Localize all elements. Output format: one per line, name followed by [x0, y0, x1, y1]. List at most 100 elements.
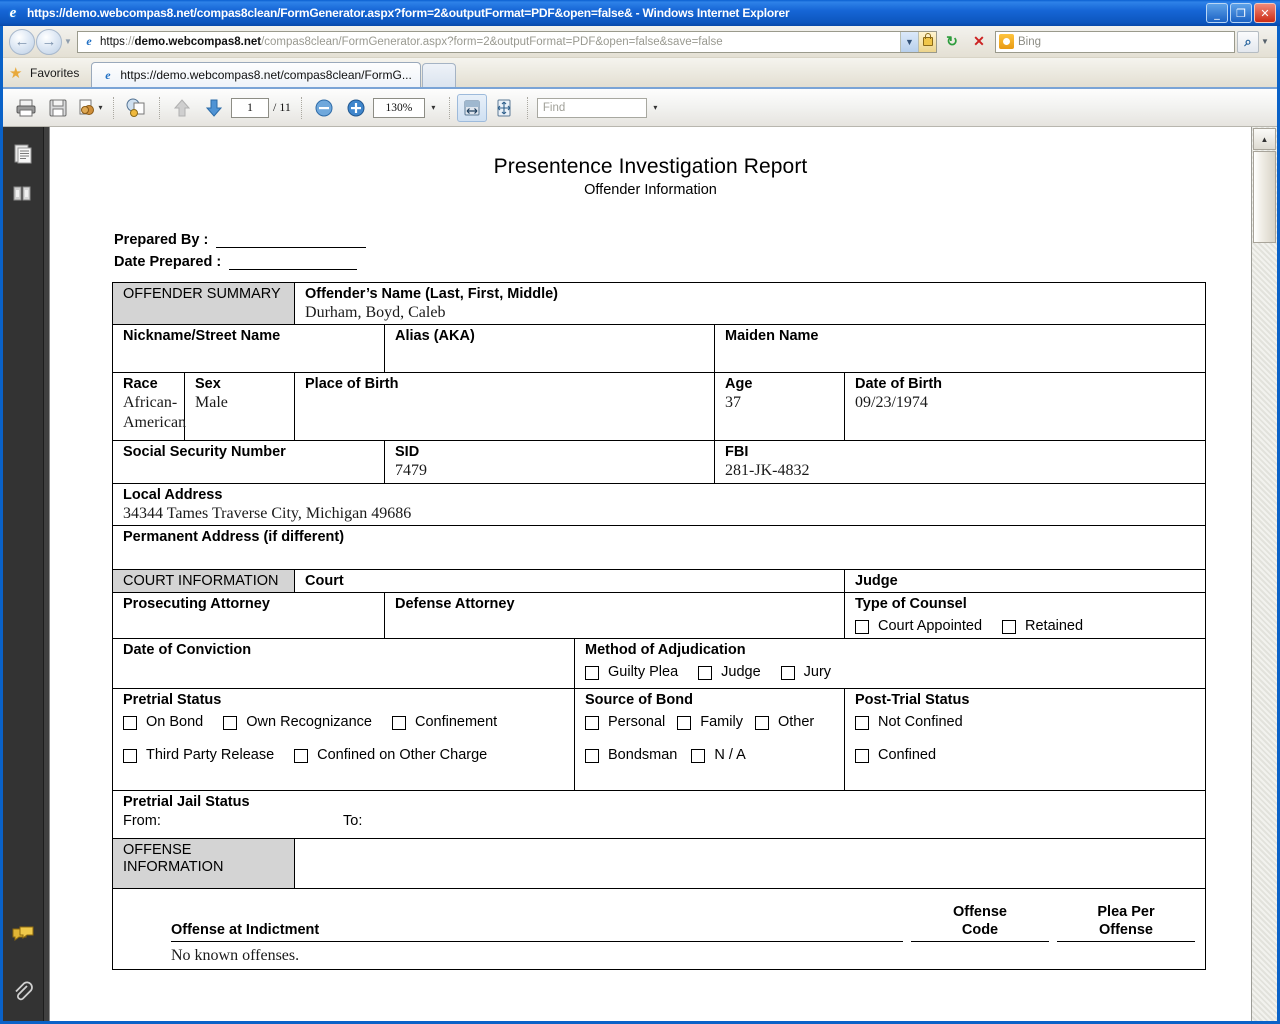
- checkbox-item[interactable]: Confinement: [392, 714, 497, 731]
- minimize-button[interactable]: _: [1206, 3, 1228, 23]
- forward-button[interactable]: →: [36, 29, 62, 55]
- date-of-conviction-cell: Date of Conviction: [113, 639, 575, 689]
- zoom-dropdown-button[interactable]: ▾: [425, 94, 441, 122]
- local-address-value: 34344 Tames Traverse City, Michigan 4968…: [123, 504, 1205, 523]
- attachments-panel-button[interactable]: [10, 979, 36, 1005]
- checkbox-item[interactable]: Other: [755, 714, 814, 731]
- search-go-button[interactable]: ⌕: [1237, 31, 1259, 53]
- pretrial-status-cell: Pretrial Status On Bond Own Recognizance…: [113, 689, 575, 791]
- restore-button[interactable]: ❐: [1230, 3, 1252, 23]
- checkbox-item[interactable]: Retained: [1002, 618, 1083, 635]
- vertical-scrollbar[interactable]: ▲: [1251, 127, 1277, 1021]
- find-dropdown-button[interactable]: ▾: [647, 94, 663, 122]
- new-tab-button[interactable]: [422, 63, 456, 87]
- fit-width-button[interactable]: [457, 94, 487, 122]
- snapshot-button[interactable]: [121, 94, 151, 122]
- defense-attorney-label: Defense Attorney: [395, 596, 844, 613]
- checkbox-item[interactable]: Judge: [698, 664, 761, 681]
- checkbox-item[interactable]: Guilty Plea: [585, 664, 678, 681]
- method-of-adjudication-label: Method of Adjudication: [585, 642, 1205, 659]
- search-provider-dropdown[interactable]: ▼: [1259, 37, 1271, 46]
- table-row: Social Security Number SID 7479 FBI 281-…: [113, 441, 1206, 483]
- email-button[interactable]: ▾: [75, 94, 105, 122]
- pdf-toolbar: ▾ 1 / 11 130% ▾ Find ▾: [3, 89, 1277, 127]
- table-row: Prosecuting Attorney Defense Attorney Ty…: [113, 593, 1206, 639]
- close-button[interactable]: ✕: [1254, 3, 1276, 23]
- race-value: African-American: [123, 393, 184, 431]
- offense-at-indictment-label: Offense at Indictment: [171, 922, 903, 942]
- checkbox-item[interactable]: Personal: [585, 714, 665, 731]
- prepared-by-field[interactable]: [216, 232, 366, 248]
- checkbox-on-bond[interactable]: [123, 716, 137, 730]
- stop-button[interactable]: ✕: [967, 30, 991, 54]
- favorites-button[interactable]: ★ Favorites: [9, 60, 89, 86]
- bookmarks-panel-button[interactable]: [10, 181, 36, 207]
- source-of-bond-options-row2: Bondsman N / A: [585, 747, 844, 764]
- checkbox-item[interactable]: Family: [677, 714, 743, 731]
- checkbox-not-confined[interactable]: [855, 716, 869, 730]
- checkbox-item[interactable]: Bondsman: [585, 747, 677, 764]
- checkbox-court-appointed[interactable]: [855, 620, 869, 634]
- checkbox-item[interactable]: Not Confined: [855, 714, 963, 731]
- checkbox-item[interactable]: Confined on Other Charge: [294, 747, 487, 764]
- checkbox-family[interactable]: [677, 716, 691, 730]
- checkbox-item[interactable]: N / A: [691, 747, 745, 764]
- search-input[interactable]: Bing: [995, 31, 1235, 53]
- checkbox-guilty-plea[interactable]: [585, 666, 599, 680]
- place-of-birth-label: Place of Birth: [305, 376, 714, 393]
- checkbox-item[interactable]: Third Party Release: [123, 747, 274, 764]
- pages-panel-button[interactable]: [10, 141, 36, 167]
- find-placeholder: Find: [543, 102, 565, 114]
- zoom-in-button[interactable]: [341, 94, 371, 122]
- zoom-level-input[interactable]: 130%: [373, 98, 425, 118]
- back-button[interactable]: ←: [9, 29, 35, 55]
- source-of-bond-cell: Source of Bond Personal Family Other Bon…: [575, 689, 845, 791]
- previous-page-button[interactable]: [167, 94, 197, 122]
- recent-pages-button[interactable]: ▼: [62, 37, 74, 46]
- address-dropdown-button[interactable]: ▼: [900, 32, 918, 52]
- checkbox-retained[interactable]: [1002, 620, 1016, 634]
- scroll-up-button[interactable]: ▲: [1253, 128, 1276, 150]
- zoom-out-button[interactable]: [309, 94, 339, 122]
- checkbox-jury[interactable]: [781, 666, 795, 680]
- checkbox-na[interactable]: [691, 749, 705, 763]
- checkbox-item[interactable]: Jury: [781, 664, 831, 681]
- checkbox-judge[interactable]: [698, 666, 712, 680]
- checkbox-confined[interactable]: [855, 749, 869, 763]
- page-number-input[interactable]: 1: [231, 98, 269, 118]
- prosecuting-attorney-label: Prosecuting Attorney: [123, 596, 384, 613]
- checkbox-other[interactable]: [755, 716, 769, 730]
- checkbox-third-party-release[interactable]: [123, 749, 137, 763]
- checkbox-item[interactable]: Confined: [855, 747, 936, 764]
- security-lock-button[interactable]: [918, 32, 936, 52]
- save-icon: [48, 98, 68, 118]
- scrollbar-thumb[interactable]: [1253, 151, 1276, 243]
- checkbox-confined-other-charge[interactable]: [294, 749, 308, 763]
- refresh-button[interactable]: ↻: [940, 30, 964, 54]
- checkbox-item[interactable]: Own Recognizance: [223, 714, 372, 731]
- pdf-page-area[interactable]: Presentence Investigation Report Offende…: [44, 127, 1252, 1021]
- close-icon: ✕: [973, 33, 985, 50]
- checkbox-item[interactable]: Court Appointed: [855, 618, 982, 635]
- fit-page-icon: [494, 98, 514, 118]
- address-input[interactable]: e https://demo.webcompas8.net/compas8cle…: [77, 31, 937, 53]
- save-button[interactable]: [43, 94, 73, 122]
- post-trial-options-row2: Confined: [855, 747, 1205, 764]
- checkbox-bondsman[interactable]: [585, 749, 599, 763]
- print-button[interactable]: [11, 94, 41, 122]
- page-title: Presentence Investigation Report: [50, 155, 1251, 179]
- comments-panel-button[interactable]: [10, 923, 36, 949]
- date-prepared-field[interactable]: [229, 254, 357, 270]
- find-input[interactable]: Find: [537, 98, 647, 118]
- checkbox-label: Confined on Other Charge: [317, 747, 487, 764]
- fit-page-button[interactable]: [489, 94, 519, 122]
- chevron-down-icon: ▼: [905, 37, 914, 47]
- post-trial-status-label: Post-Trial Status: [855, 692, 1205, 709]
- checkbox-own-recognizance[interactable]: [223, 716, 237, 730]
- browser-tab[interactable]: e https://demo.webcompas8.net/compas8cle…: [91, 62, 420, 87]
- checkbox-confinement[interactable]: [392, 716, 406, 730]
- next-page-button[interactable]: [199, 94, 229, 122]
- checkbox-item[interactable]: On Bond: [123, 714, 203, 731]
- checkbox-personal[interactable]: [585, 716, 599, 730]
- sex-value: Male: [195, 393, 294, 412]
